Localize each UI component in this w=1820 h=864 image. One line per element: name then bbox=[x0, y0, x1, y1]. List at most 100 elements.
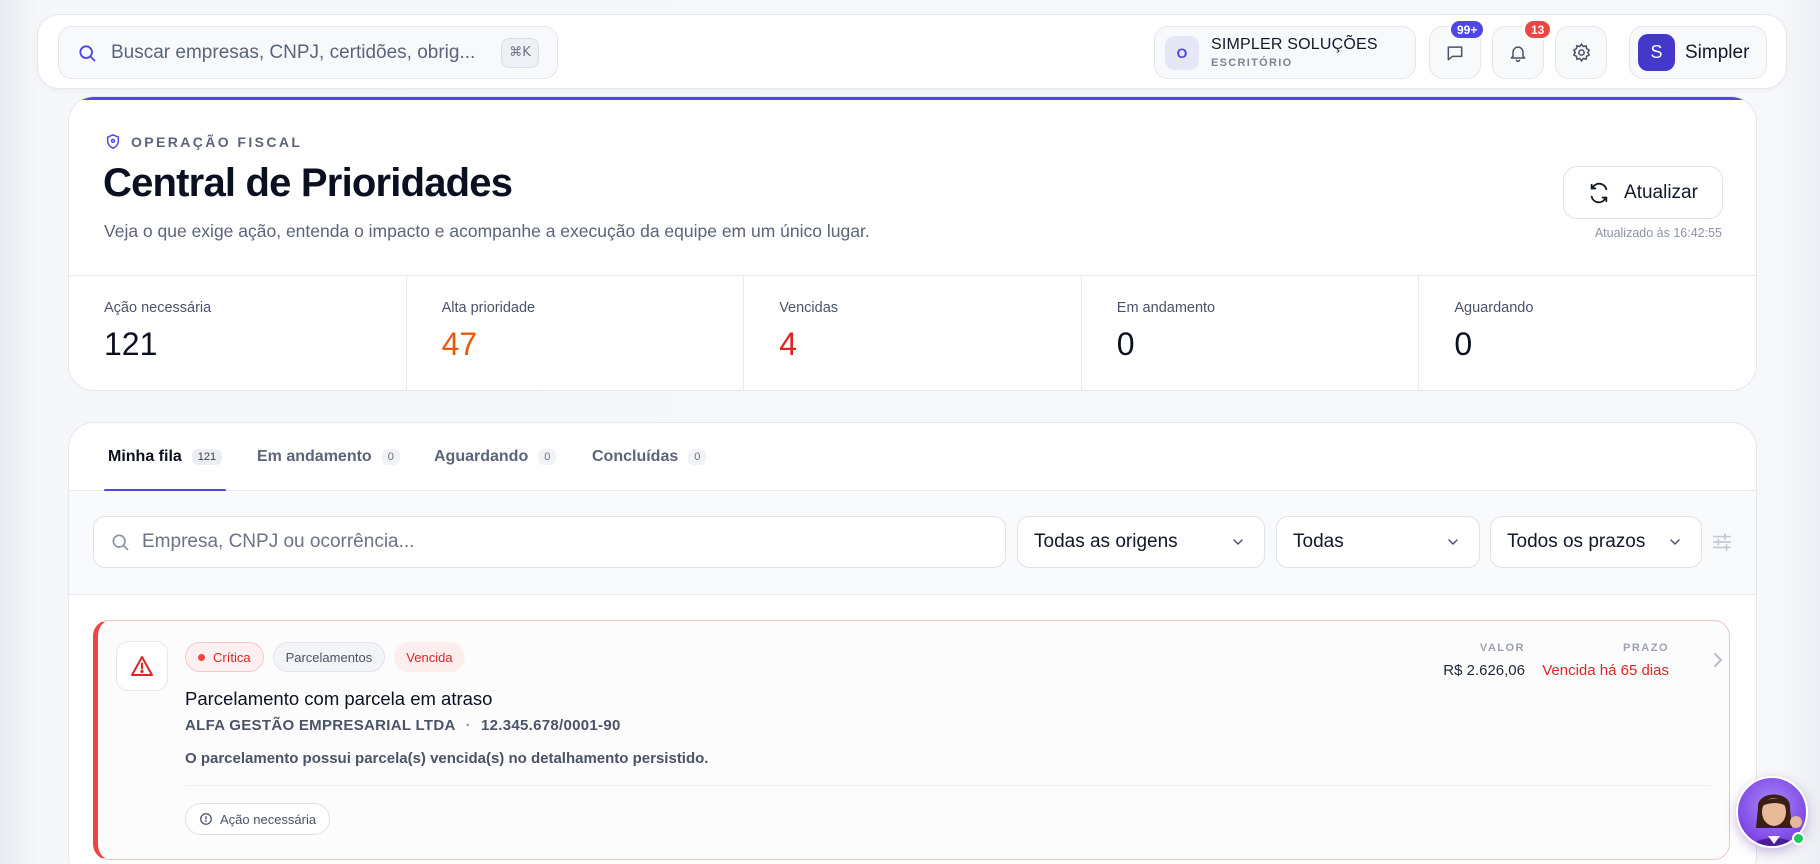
stat-label: Ação necessária bbox=[104, 300, 212, 316]
chevron-down-icon bbox=[1670, 539, 1680, 546]
organization-avatar: O bbox=[1165, 35, 1199, 70]
item-divider bbox=[185, 785, 1711, 786]
item-title: Parcelamento com parcela em atraso bbox=[185, 688, 493, 709]
status-badge: Vencida bbox=[394, 642, 465, 672]
stat-action-required[interactable]: Ação necessária 121 bbox=[69, 276, 407, 390]
action-status-label: Ação necessária bbox=[220, 811, 317, 827]
last-updated-text: Atualizado às 16:42:55 bbox=[1594, 226, 1722, 240]
stat-in-progress[interactable]: Em andamento 0 bbox=[1082, 276, 1420, 390]
global-search-input[interactable]: Buscar empresas, CNPJ, certidões, obrig.… bbox=[58, 26, 558, 79]
priority-item[interactable]: Crítica Parcelamentos Vencida Parcelamen… bbox=[93, 620, 1730, 860]
tab-waiting[interactable]: Aguardando 0 bbox=[430, 423, 560, 491]
origin-filter-value: Todas as origens bbox=[1034, 531, 1178, 552]
warning-triangle-icon bbox=[131, 656, 153, 676]
stat-waiting[interactable]: Aguardando 0 bbox=[1419, 276, 1756, 390]
user-avatar: S bbox=[1638, 34, 1675, 71]
user-name: Simpler bbox=[1685, 41, 1750, 63]
tab-label: Aguardando bbox=[434, 448, 529, 465]
queue-card: Minha fila 121 Em andamento 0 Aguardando… bbox=[68, 422, 1757, 864]
tab-label: Concluídas bbox=[592, 448, 679, 465]
notifications-button[interactable]: 13 bbox=[1492, 19, 1553, 79]
origin-badge: Parcelamentos bbox=[272, 642, 386, 672]
shield-icon bbox=[106, 134, 120, 149]
stats-row: Ação necessária 121 Alta prioridade 47 V… bbox=[69, 275, 1756, 390]
deadline-label: PRAZO bbox=[1623, 642, 1669, 654]
tab-count: 0 bbox=[538, 449, 557, 465]
stat-label: Aguardando bbox=[1454, 300, 1534, 316]
filters-bar: Empresa, CNPJ ou ocorrência... Todas as … bbox=[69, 491, 1756, 595]
refresh-label: Atualizar bbox=[1624, 181, 1698, 203]
company-name: ALFA GESTÃO EMPRESARIAL LTDA bbox=[185, 717, 456, 734]
tab-label: Em andamento bbox=[257, 448, 372, 465]
messages-count-badge: 99+ bbox=[1449, 19, 1486, 40]
refresh-icon bbox=[1590, 182, 1608, 203]
action-status-pill[interactable]: Ação necessária bbox=[185, 803, 331, 835]
chevron-down-icon bbox=[1233, 539, 1243, 546]
chevron-right-icon[interactable] bbox=[1711, 651, 1725, 669]
tab-completed[interactable]: Concluídas 0 bbox=[588, 423, 710, 491]
tab-count: 0 bbox=[688, 449, 707, 465]
sliders-icon[interactable] bbox=[1711, 532, 1733, 552]
messages-button[interactable]: 99+ bbox=[1429, 19, 1486, 79]
tab-in-progress[interactable]: Em andamento 0 bbox=[253, 423, 404, 491]
stat-label: Em andamento bbox=[1116, 300, 1216, 316]
gear-icon bbox=[1572, 42, 1590, 63]
severity-badge: Crítica bbox=[185, 642, 264, 672]
header-accent-line bbox=[69, 97, 1756, 100]
organization-name: SIMPLER SOLUÇÕES bbox=[1211, 36, 1378, 53]
origin-filter-select[interactable]: Todas as origens bbox=[1017, 516, 1265, 568]
company-cnpj: 12.345.678/0001-90 bbox=[480, 717, 621, 734]
queue-search-placeholder: Empresa, CNPJ ou ocorrência... bbox=[142, 531, 415, 552]
separator: · bbox=[465, 717, 471, 734]
chat-icon bbox=[1447, 45, 1463, 60]
item-tags: Crítica Parcelamentos Vencida bbox=[185, 642, 474, 672]
notifications-count-badge: 13 bbox=[1523, 19, 1553, 40]
alert-indicator bbox=[116, 641, 168, 691]
stat-value: 121 bbox=[104, 326, 158, 362]
clock-circle-icon bbox=[200, 813, 212, 825]
stat-value: 0 bbox=[1116, 326, 1135, 362]
stat-value: 0 bbox=[1454, 326, 1473, 362]
stat-value: 47 bbox=[441, 326, 478, 362]
item-company: ALFA GESTÃO EMPRESARIAL LTDA · 12.345.678/… bbox=[185, 717, 621, 734]
deadline-filter-value: Todos os prazos bbox=[1507, 531, 1646, 552]
section-eyebrow: OPERAÇÃO FISCAL bbox=[105, 133, 302, 150]
search-icon bbox=[79, 44, 96, 61]
search-icon bbox=[112, 534, 129, 551]
tab-label: Minha fila bbox=[108, 448, 182, 465]
value-label: VALOR bbox=[1479, 642, 1525, 654]
priority-filter-select[interactable]: Todas bbox=[1276, 516, 1480, 568]
item-description: O parcelamento possui parcela(s) vencida… bbox=[185, 750, 709, 767]
queue-tabs: Minha fila 121 Em andamento 0 Aguardando… bbox=[69, 423, 1756, 492]
bell-icon bbox=[1510, 45, 1526, 62]
tab-my-queue[interactable]: Minha fila 121 bbox=[104, 423, 227, 492]
header-card: OPERAÇÃO FISCAL Central de Prioridades V… bbox=[68, 96, 1757, 391]
tab-count: 121 bbox=[191, 449, 223, 465]
organization-switcher[interactable]: O SIMPLER SOLUÇÕES ESCRITÓRIO bbox=[1154, 26, 1416, 79]
stat-label: Vencidas bbox=[779, 300, 839, 316]
deadline-filter-select[interactable]: Todos os prazos bbox=[1490, 516, 1702, 568]
user-menu-button[interactable]: S Simpler bbox=[1629, 26, 1767, 79]
queue-search-input[interactable]: Empresa, CNPJ ou ocorrência... bbox=[93, 516, 1006, 568]
chevron-down-icon bbox=[1448, 539, 1458, 546]
tab-count: 0 bbox=[381, 449, 400, 465]
refresh-button[interactable]: Atualizar bbox=[1563, 166, 1723, 219]
page-subtitle: Veja o que exige ação, entenda o impacto… bbox=[104, 221, 870, 241]
online-status-dot bbox=[1792, 832, 1805, 845]
stat-high-priority[interactable]: Alta prioridade 47 bbox=[407, 276, 745, 390]
page-title: Central de Prioridades bbox=[103, 161, 513, 205]
global-search-placeholder: Buscar empresas, CNPJ, certidões, obrig.… bbox=[111, 41, 476, 63]
stat-value: 4 bbox=[779, 326, 797, 362]
item-value: R$ 2.626,06 bbox=[1443, 662, 1525, 679]
item-deadline: Vencida há 65 dias bbox=[1542, 662, 1669, 679]
severity-dot-icon bbox=[198, 653, 205, 661]
settings-button[interactable] bbox=[1555, 26, 1607, 79]
organization-type: ESCRITÓRIO bbox=[1211, 57, 1293, 69]
stat-label: Alta prioridade bbox=[441, 300, 536, 316]
eyebrow-label: OPERAÇÃO FISCAL bbox=[131, 133, 303, 150]
stat-overdue[interactable]: Vencidas 4 bbox=[744, 276, 1082, 390]
priority-filter-value: Todas bbox=[1293, 531, 1344, 552]
severity-label: Crítica bbox=[213, 649, 251, 665]
top-bar: Buscar empresas, CNPJ, certidões, obrig.… bbox=[37, 14, 1787, 89]
keyboard-shortcut-hint: ⌘K bbox=[501, 37, 539, 68]
